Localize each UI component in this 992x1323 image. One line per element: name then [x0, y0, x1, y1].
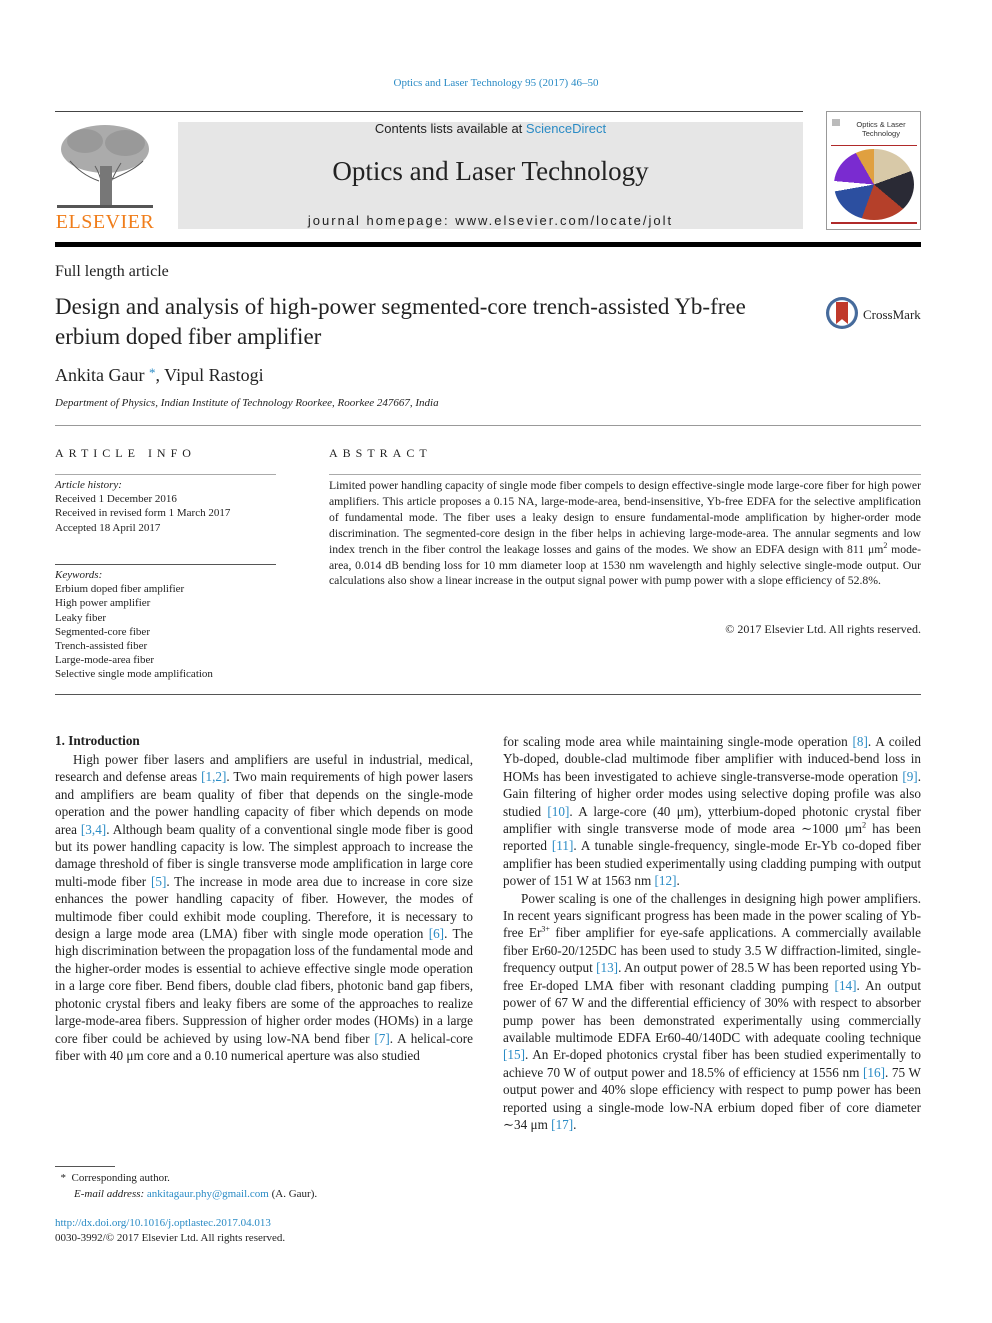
- issn-line: 0030-3992/© 2017 Elsevier Ltd. All right…: [55, 1231, 286, 1244]
- divider: [55, 474, 276, 475]
- divider: [329, 474, 921, 475]
- homepage-url[interactable]: www.elsevier.com/locate/jolt: [455, 213, 673, 228]
- citation-link[interactable]: [8]: [852, 734, 867, 749]
- citation-link[interactable]: [16]: [863, 1065, 885, 1080]
- keyword: Large-mode-area fiber: [55, 654, 155, 667]
- cover-rule: [831, 145, 917, 146]
- keyword: Erbium doped fiber amplifier: [55, 583, 185, 596]
- superscript: 3+: [541, 925, 550, 935]
- article-info-heading: ARTICLE INFO: [55, 446, 196, 460]
- citation-link[interactable]: [15]: [503, 1047, 525, 1062]
- text-run: .: [676, 873, 680, 889]
- affiliation: Department of Physics, Indian Institute …: [55, 397, 439, 409]
- citation-link[interactable]: [1,2]: [201, 769, 226, 784]
- divider: [55, 564, 276, 565]
- cover-rule: [831, 222, 917, 224]
- citation-link[interactable]: [17]: [551, 1117, 573, 1132]
- cover-title: Optics & Laser Technology: [856, 120, 906, 138]
- doi-block: http://dx.doi.org/10.1016/j.optlastec.20…: [55, 1216, 285, 1245]
- email-suffix: (A. Gaur).: [268, 1188, 318, 1200]
- header-thick-rule: [55, 242, 921, 247]
- contents-prefix: Contents lists available at: [374, 121, 526, 136]
- paragraph: for scaling mode area while maintaining …: [503, 733, 921, 890]
- header-rule: [55, 111, 803, 112]
- article-title: Design and analysis of high-power segmen…: [55, 294, 746, 349]
- author-list: Ankita Gaur *, Vipul Rastogi: [55, 365, 264, 386]
- footnotes: * Corresponding author. E-mail address: …: [55, 1170, 318, 1202]
- abstract-text-part: Limited power handling capacity of singl…: [329, 479, 921, 556]
- section-heading: 1. Introduction: [55, 733, 140, 748]
- email-link[interactable]: ankitagaur.phy@gmail.com: [147, 1188, 269, 1200]
- crossmark-label: CrossMark: [863, 307, 921, 322]
- history-item: Received in revised form 1 March 2017: [55, 507, 231, 520]
- citation-link[interactable]: [3,4]: [81, 822, 106, 837]
- copyright-notice: © 2017 Elsevier Ltd. All rights reserved…: [725, 622, 921, 636]
- keywords-label: Keywords:: [55, 569, 103, 581]
- footnote-rule: [55, 1166, 115, 1167]
- divider: [55, 425, 921, 426]
- keyword: Leaky fiber: [55, 611, 106, 624]
- citation-link[interactable]: [7]: [374, 1031, 389, 1046]
- citation-link[interactable]: [9]: [902, 769, 917, 784]
- text-run: .: [573, 1116, 577, 1132]
- text-run: . An Er-doped photonics crystal fiber ha…: [503, 1047, 921, 1080]
- abstract-heading: ABSTRACT: [329, 446, 432, 460]
- contents-line: Contents lists available at ScienceDirec…: [178, 121, 803, 136]
- citation-link[interactable]: [12]: [655, 873, 677, 888]
- divider: [55, 694, 921, 695]
- history-item: Accepted 18 April 2017: [55, 521, 161, 534]
- email-label: E-mail address:: [74, 1188, 147, 1200]
- body-column-right: for scaling mode area while maintaining …: [503, 733, 921, 1133]
- citation-link[interactable]: [11]: [552, 838, 573, 853]
- email-footnote: E-mail address: ankitagaur.phy@gmail.com…: [55, 1186, 317, 1202]
- crossmark-button[interactable]: CrossMark: [826, 297, 926, 333]
- author-separator: ,: [155, 365, 165, 385]
- citation-link[interactable]: [13]: [596, 960, 618, 975]
- history-item: Received 1 December 2016: [55, 493, 177, 506]
- citation-link[interactable]: [14]: [835, 978, 857, 993]
- journal-title: Optics and Laser Technology: [332, 156, 649, 186]
- text-run: . The high discrimination between the pr…: [55, 926, 474, 1046]
- journal-cover-thumbnail[interactable]: Optics & Laser Technology: [826, 111, 921, 230]
- keyword: Trench-assisted fiber: [55, 640, 148, 653]
- journal-homepage: journal homepage: www.elsevier.com/locat…: [178, 213, 803, 228]
- corresponding-footnote: * Corresponding author.: [55, 1170, 317, 1186]
- keyword: Selective single mode amplification: [55, 668, 213, 681]
- citation-link[interactable]: [10]: [547, 804, 569, 819]
- sciencedirect-link[interactable]: ScienceDirect: [526, 121, 606, 136]
- corresponding-text: Corresponding author.: [71, 1172, 170, 1184]
- homepage-prefix: journal homepage:: [307, 213, 456, 228]
- article-history: Article history: Received 1 December 201…: [55, 478, 230, 535]
- keywords-list: Keywords: Erbium doped fiber amplifier H…: [55, 568, 213, 682]
- text-run: for scaling mode area while maintaining …: [503, 734, 853, 749]
- author-name[interactable]: Vipul Rastogi: [164, 365, 263, 385]
- cover-image: [834, 149, 914, 220]
- author-name[interactable]: Ankita Gaur: [55, 365, 144, 385]
- citation-link[interactable]: [6]: [429, 926, 444, 941]
- article-type: Full length article: [55, 263, 169, 280]
- body-column-left: High power fiber lasers and amplifiers a…: [55, 751, 473, 1064]
- keyword: Segmented-core fiber: [55, 625, 150, 638]
- paragraph: Power scaling is one of the challenges i…: [503, 890, 921, 1134]
- keyword: High power amplifier: [55, 597, 151, 610]
- elsevier-wordmark: ELSEVIER: [55, 211, 155, 233]
- cover-logo-icon: [832, 119, 840, 126]
- journal-citation-link[interactable]: Optics and Laser Technology 95 (2017) 46…: [0, 77, 992, 89]
- paragraph: High power fiber lasers and amplifiers a…: [55, 751, 473, 1064]
- doi-link[interactable]: http://dx.doi.org/10.1016/j.optlastec.20…: [55, 1216, 285, 1231]
- abstract-text: Limited power handling capacity of singl…: [329, 478, 921, 589]
- footnote-mark: *: [60, 1172, 67, 1184]
- citation-link[interactable]: [5]: [151, 874, 166, 889]
- history-label: Article history:: [55, 479, 122, 491]
